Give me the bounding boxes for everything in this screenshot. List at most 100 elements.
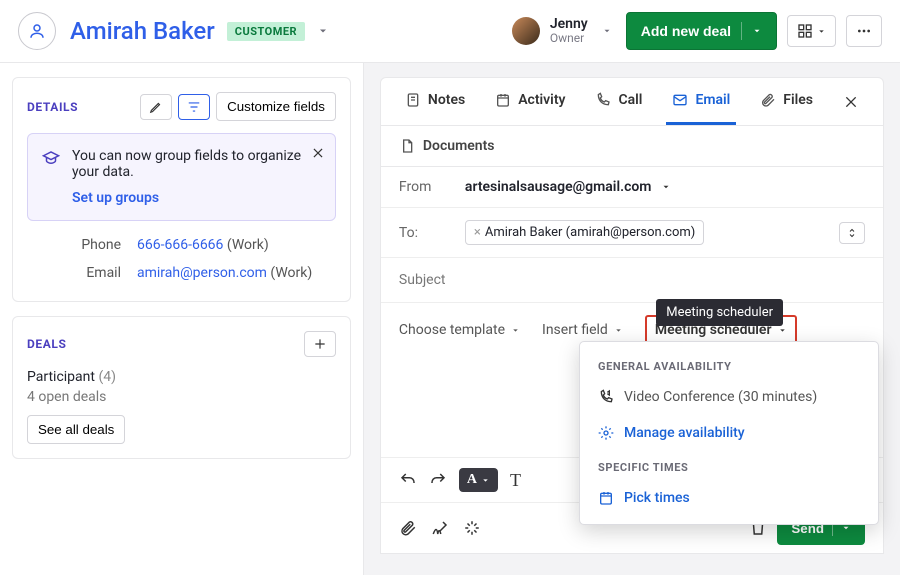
deals-panel: DEALS Participant (4) 4 open deals See a… xyxy=(12,316,351,459)
sidebar: DETAILS Customize fields You can now gro… xyxy=(0,63,364,575)
phone-value[interactable]: 666-666-6666 xyxy=(137,237,223,253)
subject-row[interactable]: Subject xyxy=(381,258,883,303)
text-format-button[interactable]: T xyxy=(510,470,521,491)
to-row: To: ×Amirah Baker (amirah@person.com) xyxy=(381,208,883,258)
close-panel[interactable] xyxy=(837,88,865,116)
phone-field: Phone 666-666-6666 (Work) xyxy=(27,231,336,259)
highlight-button[interactable] xyxy=(463,519,481,537)
chip-remove[interactable]: × xyxy=(474,225,481,240)
gear-icon xyxy=(598,425,614,441)
tab-documents[interactable]: Documents xyxy=(380,126,884,167)
add-deal-button[interactable]: Add new deal xyxy=(626,12,777,50)
expand-recipients[interactable] xyxy=(839,222,865,244)
from-label: From xyxy=(399,179,455,195)
calendar-icon xyxy=(495,92,511,108)
choose-template[interactable]: Choose template xyxy=(399,322,520,338)
filter-icon xyxy=(187,100,201,114)
owner-name: Jenny xyxy=(550,17,588,32)
phone-tag: (Work) xyxy=(227,237,269,253)
owner-role: Owner xyxy=(550,32,588,45)
redo-button[interactable] xyxy=(429,471,447,489)
banner-close[interactable] xyxy=(311,146,325,160)
dd-pick-times[interactable]: Pick times xyxy=(580,480,878,516)
signature-icon xyxy=(431,519,449,537)
from-row: From artesinalsausage@gmail.com xyxy=(381,167,883,208)
font-button[interactable]: A xyxy=(459,468,498,492)
attach-button[interactable] xyxy=(399,519,417,537)
document-icon xyxy=(399,138,415,154)
edit-button[interactable] xyxy=(140,94,172,120)
apps-button[interactable] xyxy=(787,15,836,47)
tab-activity[interactable]: Activity xyxy=(489,78,571,125)
mail-icon xyxy=(672,92,688,108)
info-banner: You can now group fields to organize you… xyxy=(27,133,336,221)
font-a-icon: A xyxy=(467,472,477,488)
filter-button[interactable] xyxy=(178,94,210,120)
more-button[interactable] xyxy=(846,15,882,47)
owner-avatar[interactable] xyxy=(512,17,540,45)
compose-toolbar: Choose template Insert field Meeting sch… xyxy=(381,303,883,357)
details-panel: DETAILS Customize fields You can now gro… xyxy=(12,77,351,302)
tab-notes[interactable]: Notes xyxy=(399,78,471,125)
chevron-down-icon xyxy=(317,25,329,37)
tabs-bar: Notes Activity Call Email Files xyxy=(380,77,884,126)
expand-icon xyxy=(846,227,858,239)
tooltip: Meeting scheduler xyxy=(656,299,783,326)
pencil-icon xyxy=(149,100,163,114)
calendar-icon xyxy=(598,490,614,506)
chevron-down-icon xyxy=(752,26,762,36)
undo-icon xyxy=(399,471,417,489)
paperclip-icon xyxy=(399,519,417,537)
participant-label: Participant xyxy=(27,369,95,385)
from-value[interactable]: artesinalsausage@gmail.com xyxy=(465,179,652,195)
person-avatar[interactable] xyxy=(18,12,56,50)
email-value[interactable]: amirah@person.com xyxy=(137,265,267,281)
dd-video-conference[interactable]: Video Conference (30 minutes) xyxy=(580,379,878,415)
chevron-down-icon xyxy=(614,326,623,335)
redo-icon xyxy=(429,471,447,489)
participant-count: (4) xyxy=(98,369,116,385)
chevron-down-icon xyxy=(602,26,612,36)
phone-label: Phone xyxy=(27,237,137,253)
chevron-down-icon[interactable] xyxy=(661,182,671,192)
to-label: To: xyxy=(399,225,455,241)
email-compose: From artesinalsausage@gmail.com To: ×Ami… xyxy=(380,167,884,554)
chevron-down-icon xyxy=(778,326,787,335)
customer-badge: CUSTOMER xyxy=(227,22,305,41)
video-call-icon xyxy=(598,389,614,405)
to-chip[interactable]: ×Amirah Baker (amirah@person.com) xyxy=(465,220,704,245)
person-menu-chevron[interactable] xyxy=(313,21,333,41)
email-field: Email amirah@person.com (Work) xyxy=(27,259,336,287)
email-tag: (Work) xyxy=(270,265,312,281)
close-icon xyxy=(843,94,859,110)
setup-groups-link[interactable]: Set up groups xyxy=(72,190,159,206)
banner-text: You can now group fields to organize you… xyxy=(72,148,321,180)
grid-icon xyxy=(797,23,813,39)
insert-field[interactable]: Insert field xyxy=(542,322,623,338)
add-deal-label: Add new deal xyxy=(641,23,731,39)
page-header: Amirah Baker CUSTOMER Jenny Owner Add ne… xyxy=(0,0,900,63)
dd-general-header: GENERAL AVAILABILITY xyxy=(580,350,878,379)
customize-fields-button[interactable]: Customize fields xyxy=(216,92,336,121)
dd-manage-availability[interactable]: Manage availability xyxy=(580,415,878,451)
ellipsis-icon xyxy=(856,23,872,39)
tab-email[interactable]: Email xyxy=(666,78,736,125)
phone-icon xyxy=(595,92,611,108)
chevron-down-icon xyxy=(481,476,490,485)
graduation-icon xyxy=(42,149,60,167)
sparkle-icon xyxy=(463,519,481,537)
person-name[interactable]: Amirah Baker xyxy=(70,17,215,45)
signature-button[interactable] xyxy=(431,519,449,537)
undo-button[interactable] xyxy=(399,471,417,489)
tab-files[interactable]: Files xyxy=(754,78,819,125)
deals-title: DEALS xyxy=(27,337,67,351)
open-deals: 4 open deals xyxy=(27,389,336,405)
email-label: Email xyxy=(27,265,137,281)
tab-call[interactable]: Call xyxy=(589,78,648,125)
owner-dropdown[interactable] xyxy=(598,22,616,40)
add-deal-small-button[interactable] xyxy=(304,331,336,357)
paperclip-icon xyxy=(760,92,776,108)
close-icon xyxy=(311,146,325,160)
see-all-deals-button[interactable]: See all deals xyxy=(27,415,125,444)
person-icon xyxy=(28,22,46,40)
